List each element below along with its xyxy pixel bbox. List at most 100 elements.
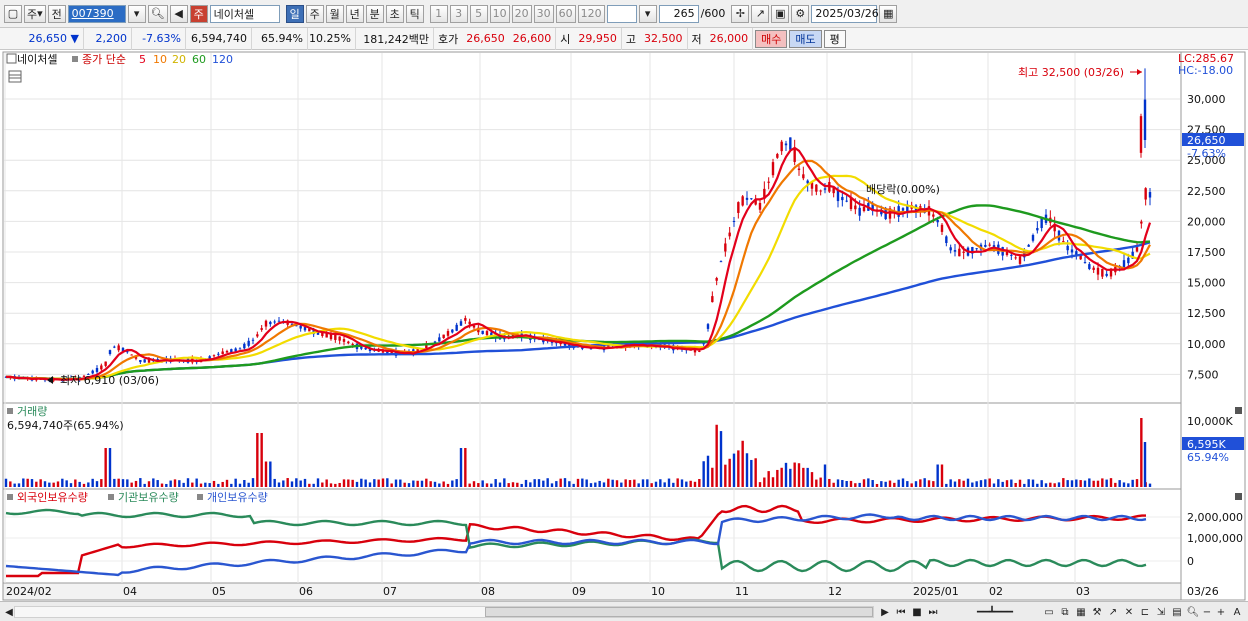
volume-bar <box>420 480 424 487</box>
interval-custom-input[interactable] <box>606 4 637 23</box>
volume-bar <box>364 479 367 487</box>
ma5-label: 5 <box>139 53 146 66</box>
volume-bar <box>858 482 861 487</box>
interval-button[interactable]: 3 <box>449 4 468 23</box>
volume-bar <box>173 479 177 487</box>
zoom-out-icon[interactable]: − <box>1200 605 1214 619</box>
volume-bar <box>1040 480 1043 487</box>
speaker-icon[interactable]: ◀ <box>169 4 188 23</box>
x-axis-label: 2024/02 <box>6 585 52 598</box>
candle-body <box>260 328 263 330</box>
stop-icon[interactable]: ■ <box>910 605 924 619</box>
volume-bar <box>945 483 948 487</box>
volume-bar <box>334 483 337 487</box>
quote-bar: 26,650 ▼ 2,200 -7.63% 6,594,740 65.94% 1… <box>0 27 1248 50</box>
interval-button[interactable]: 20 <box>511 4 532 23</box>
volume-close-icon[interactable] <box>1235 407 1242 414</box>
volume-bar <box>702 461 705 487</box>
volume-bar <box>74 479 77 487</box>
volume-bar <box>1005 480 1009 487</box>
crosshair-icon[interactable]: ✢ <box>731 4 750 23</box>
volume-bar <box>763 477 766 487</box>
copy-icon[interactable]: ⧉ <box>1058 605 1072 619</box>
table-icon[interactable] <box>8 70 22 83</box>
market-select[interactable]: 주 ▾ <box>24 4 46 23</box>
interval-button[interactable]: 120 <box>577 4 605 23</box>
sell-button[interactable]: 매도 <box>789 29 822 48</box>
grid-icon[interactable]: ▦ <box>1074 605 1088 619</box>
volume-bar <box>381 478 385 487</box>
volume-bar <box>399 479 402 487</box>
calendar-icon[interactable]: ▦ <box>879 4 898 23</box>
volume-bar <box>893 482 896 487</box>
bracket-icon[interactable]: ⊏ <box>1138 605 1152 619</box>
volume-bar <box>888 480 892 487</box>
period-button[interactable]: 년 <box>345 4 364 23</box>
volume-bar <box>256 433 259 487</box>
volume-bar <box>927 480 931 487</box>
tool-icon[interactable]: ⚒ <box>1090 605 1104 619</box>
scroll-right-icon[interactable]: ▶ <box>878 605 892 619</box>
zoom-slider[interactable]: ━━┻━━━ <box>950 605 1040 619</box>
gear-icon[interactable]: ⚙ <box>791 4 810 23</box>
volume-panel[interactable] <box>2 402 1182 490</box>
interval-button[interactable]: 30 <box>533 4 554 23</box>
buy-button[interactable]: 매수 <box>755 29 788 48</box>
candle-body <box>1036 228 1039 231</box>
period-button[interactable]: 틱 <box>405 4 424 23</box>
document-icon[interactable]: ▤ <box>1170 605 1184 619</box>
layout-icon[interactable]: ▢ <box>4 4 22 23</box>
period-button[interactable]: 초 <box>385 4 404 23</box>
date-input[interactable]: 2025/03/26 <box>811 4 879 23</box>
foreign-holdings-label: 외국인보유수량 <box>17 491 88 504</box>
save-icon[interactable]: ▣ <box>771 4 790 23</box>
magnify-icon[interactable]: 🔍︎ <box>1186 605 1200 619</box>
forward-icon[interactable]: ⏭ <box>926 605 940 619</box>
period-button[interactable]: 분 <box>365 4 384 23</box>
volume-bar <box>897 479 900 487</box>
stock-name-field[interactable]: 네이처셀 <box>209 4 280 23</box>
zoom-in-icon[interactable]: + <box>1214 605 1228 619</box>
price-panel[interactable] <box>2 51 1182 404</box>
rewind-icon[interactable]: ⏮ <box>894 605 908 619</box>
candle-body <box>1027 244 1030 247</box>
search-icon[interactable]: 🔍︎ <box>147 4 168 23</box>
arrow-icon[interactable]: ↗ <box>1106 605 1120 619</box>
volume-bar <box>750 459 753 487</box>
period-button[interactable]: 주 <box>305 4 324 23</box>
auto-icon[interactable]: A <box>1230 605 1244 619</box>
cross-icon[interactable]: ✕ <box>1122 605 1136 619</box>
candle-body <box>793 148 796 162</box>
interval-dropdown-icon[interactable]: ▾ <box>638 4 657 23</box>
interval-button[interactable]: 10 <box>489 4 510 23</box>
volume-bar <box>628 480 632 487</box>
interval-button[interactable]: 5 <box>469 4 488 23</box>
chart-area[interactable]: 30,000 27,500 25,000 22,500 20,000 17,500 15,0… <box>0 51 1248 621</box>
holdings-tick-label: 2,000,000 <box>1187 511 1243 524</box>
scroll-track[interactable] <box>14 606 874 618</box>
export-icon[interactable]: ⇲ <box>1154 605 1168 619</box>
volume-bar <box>914 481 918 487</box>
interval-button[interactable]: 1 <box>429 4 448 23</box>
stock-code-input[interactable]: 007390 <box>67 4 126 23</box>
trend-icon[interactable]: ↗ <box>751 4 770 23</box>
stock-chart[interactable]: 30,00027,50025,00022,50020,00017,50015,0… <box>0 51 1248 621</box>
holdings-close-icon[interactable] <box>1235 493 1242 500</box>
period-button[interactable]: 일 <box>285 4 304 23</box>
prev-button[interactable]: 전 <box>47 4 66 23</box>
candle-body <box>1127 257 1130 264</box>
bid-price: 26,600 <box>509 27 557 50</box>
volume-bar <box>533 479 536 487</box>
period-button[interactable]: 월 <box>325 4 344 23</box>
volume-bar <box>667 478 671 487</box>
scroll-thumb[interactable] <box>485 607 873 617</box>
volume-bar <box>100 479 103 487</box>
interval-button[interactable]: 60 <box>555 4 576 23</box>
candle-body <box>940 224 944 232</box>
code-dropdown-icon[interactable]: ▾ <box>127 4 146 23</box>
volume-bar <box>806 467 809 487</box>
count-input[interactable]: 265 <box>658 4 699 23</box>
window-icon[interactable]: ▭ <box>1042 605 1056 619</box>
volume-bar <box>715 424 718 487</box>
avg-button[interactable]: 평 <box>823 29 846 48</box>
